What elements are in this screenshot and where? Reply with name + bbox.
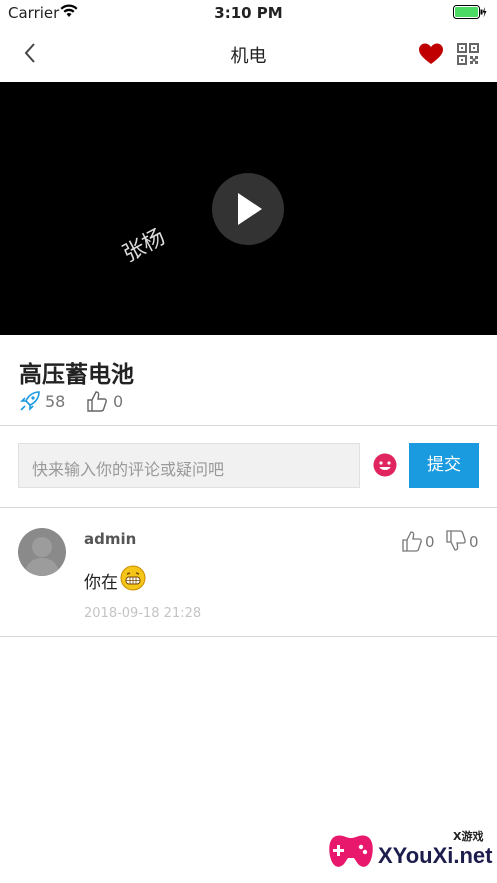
submit-button[interactable]: 提交: [409, 443, 479, 488]
comment-input[interactable]: 快来输入你的评论或疑问吧: [18, 443, 360, 488]
divider: [0, 425, 497, 426]
divider: [0, 636, 497, 637]
play-button[interactable]: [212, 173, 284, 245]
views-rocket-icon: [19, 390, 41, 412]
comment-username: admin: [84, 530, 137, 548]
comment-like-count: 0: [425, 533, 435, 551]
nav-bar: 机电: [0, 26, 497, 82]
play-icon: [238, 193, 262, 225]
site-watermark-small: X游戏: [453, 830, 484, 843]
thumbs-up-icon[interactable]: [401, 530, 423, 552]
battery-icon: [453, 5, 487, 19]
course-title: 高压蓄电池: [19, 362, 134, 388]
comment-dislike-count: 0: [469, 533, 479, 551]
site-watermark: XYouXi.net: [378, 843, 493, 868]
grin-emoji-icon: [120, 565, 146, 591]
video-watermark: 张杨: [118, 224, 170, 268]
views-count: 58: [45, 392, 66, 411]
qr-code-icon[interactable]: [457, 43, 479, 65]
likes-count: 0: [113, 392, 124, 411]
emoji-picker-icon[interactable]: [373, 453, 397, 477]
avatar: [18, 528, 66, 576]
thumbs-up-icon[interactable]: [87, 390, 107, 412]
video-player[interactable]: 张杨: [0, 82, 497, 335]
comment-time: 2018-09-18 21:28: [84, 606, 202, 621]
thumbs-down-icon[interactable]: [445, 530, 467, 552]
comment-text: 你在: [84, 573, 118, 593]
gamepad-logo-icon: [328, 830, 374, 872]
status-bar: Carrier 3:10 PM: [0, 0, 497, 26]
divider: [0, 507, 497, 508]
favorite-heart-icon[interactable]: [419, 43, 443, 65]
clock: 3:10 PM: [214, 4, 283, 22]
